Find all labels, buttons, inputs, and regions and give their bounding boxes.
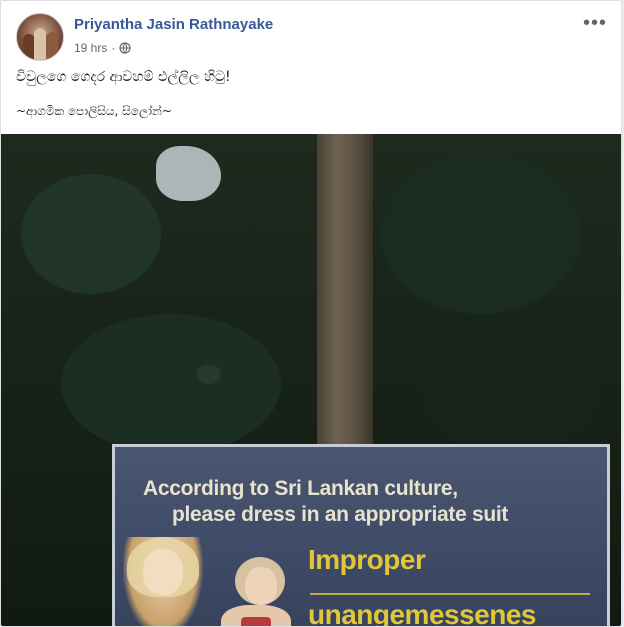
post-text-line1: විවුලගෙ ගෙදර ආවහම් එල්ලිල හිටු! bbox=[16, 69, 231, 85]
tree-trunk bbox=[317, 134, 373, 454]
globe-icon[interactable] bbox=[119, 42, 131, 54]
author-avatar[interactable] bbox=[16, 13, 64, 61]
sign-woman-image bbox=[215, 557, 295, 626]
sign-divider bbox=[310, 593, 590, 595]
post-meta: 19 hrs · bbox=[74, 41, 131, 55]
post-text-line2: ~ආගමික පොලිසිය, සිලෝන්~ bbox=[16, 104, 172, 118]
sign-text-line1: According to Sri Lankan culture, bbox=[143, 477, 458, 500]
facebook-post: Priyantha Jasin Rathnayake 19 hrs · ••• … bbox=[0, 0, 622, 627]
sign-word-improper: Improper bbox=[308, 544, 426, 575]
post-timestamp[interactable]: 19 hrs bbox=[74, 41, 107, 55]
foliage bbox=[381, 154, 581, 314]
sign-word-unangemessenes: unangemessenes bbox=[308, 599, 537, 626]
post-photo[interactable]: According to Sri Lankan culture, please … bbox=[1, 134, 621, 626]
sign-text-line2: please dress in an appropriate suit bbox=[172, 503, 509, 526]
sky-patch bbox=[156, 146, 221, 201]
foliage bbox=[421, 334, 601, 454]
more-options-icon[interactable]: ••• bbox=[583, 12, 607, 35]
meta-separator: · bbox=[111, 41, 116, 55]
foliage bbox=[61, 314, 281, 454]
foliage bbox=[21, 174, 161, 294]
billboard-sign: According to Sri Lankan culture, please … bbox=[112, 444, 610, 626]
sign-woman-image bbox=[123, 537, 203, 626]
author-name-link[interactable]: Priyantha Jasin Rathnayake bbox=[74, 16, 273, 33]
